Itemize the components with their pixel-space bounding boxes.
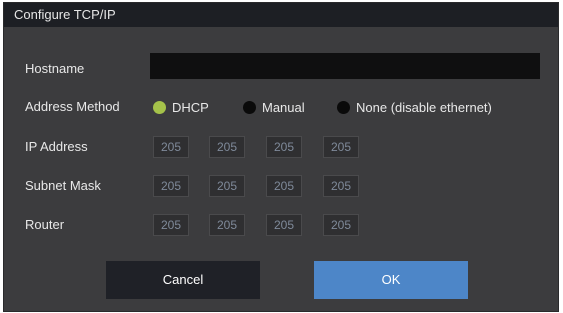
radio-manual[interactable]: Manual bbox=[243, 98, 305, 116]
radio-dhcp-label: DHCP bbox=[172, 99, 209, 115]
radio-none[interactable]: None (disable ethernet) bbox=[337, 98, 492, 116]
radio-manual-label: Manual bbox=[262, 99, 305, 115]
cancel-button[interactable]: Cancel bbox=[106, 261, 260, 299]
router-label: Router bbox=[25, 217, 65, 232]
radio-selected-indicator bbox=[153, 100, 166, 114]
dialog-title: Configure TCP/IP bbox=[4, 3, 558, 27]
ip-address-label: IP Address bbox=[25, 139, 88, 154]
hostname-label: Hostname bbox=[25, 61, 85, 76]
ip-octet-2[interactable]: 205 bbox=[209, 136, 245, 158]
subnet-octet-4[interactable]: 205 bbox=[323, 175, 359, 197]
router-octet-1[interactable]: 205 bbox=[153, 214, 189, 236]
subnet-octet-2[interactable]: 205 bbox=[209, 175, 245, 197]
subnet-mask-label: Subnet Mask bbox=[25, 178, 101, 193]
radio-none-label: None (disable ethernet) bbox=[356, 99, 492, 115]
configure-tcpip-dialog: Configure TCP/IP Hostname Address Method… bbox=[3, 2, 559, 312]
radio-dhcp[interactable]: DHCP bbox=[153, 98, 209, 116]
radio-indicator bbox=[243, 100, 256, 114]
hostname-input[interactable] bbox=[150, 53, 540, 79]
router-octet-2[interactable]: 205 bbox=[209, 214, 245, 236]
ip-octet-4[interactable]: 205 bbox=[323, 136, 359, 158]
subnet-octet-1[interactable]: 205 bbox=[153, 175, 189, 197]
ok-button[interactable]: OK bbox=[314, 261, 468, 299]
router-octet-4[interactable]: 205 bbox=[323, 214, 359, 236]
address-method-label: Address Method bbox=[25, 99, 120, 114]
ip-octet-1[interactable]: 205 bbox=[153, 136, 189, 158]
ip-octet-3[interactable]: 205 bbox=[266, 136, 302, 158]
subnet-octet-3[interactable]: 205 bbox=[266, 175, 302, 197]
radio-indicator bbox=[337, 100, 350, 114]
router-octet-3[interactable]: 205 bbox=[266, 214, 302, 236]
